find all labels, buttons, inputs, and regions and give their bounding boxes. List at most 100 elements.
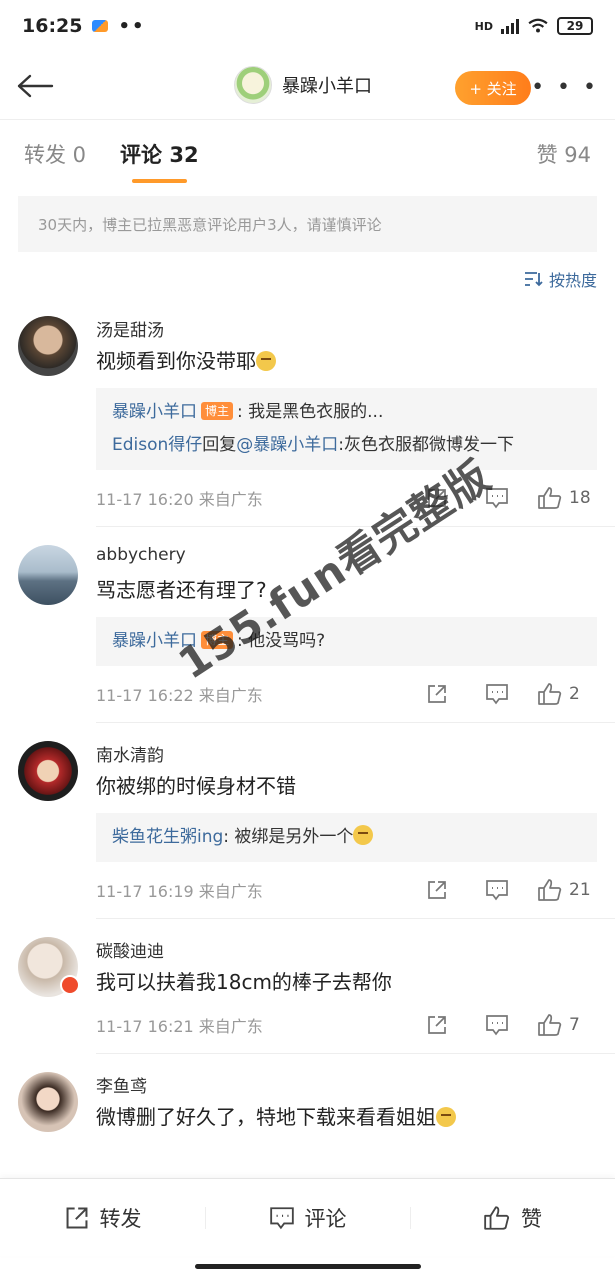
comment-meta: 11-17 16:20 来自广东 18 [96,470,597,526]
reply-button[interactable] [467,1014,527,1036]
repost-label: 转发 [99,1206,142,1231]
reply-text: : 他没骂吗? [237,631,326,651]
share-icon [428,489,446,507]
comment-text: 骂志愿者还有理了? [96,578,267,602]
avatar[interactable] [18,741,78,801]
reply-box[interactable]: 暴躁小羊口 博主: 我是黑色衣服的... Edison得仔回复@暴躁小羊口:灰色衣… [96,388,597,470]
divider [96,918,615,919]
comment-author[interactable]: 汤是甜汤 [96,316,597,342]
divider [96,1053,615,1054]
reply-author[interactable]: 柴鱼花生粥ing [112,827,223,847]
comment-author[interactable]: 李鱼鸢 [96,1072,597,1098]
share-button[interactable] [407,1014,467,1036]
share-icon [428,881,446,899]
share-icon [428,685,446,703]
author-badge: 博主 [201,402,234,420]
avatar[interactable] [18,545,78,605]
comment-label: 评论 [304,1206,347,1231]
thumbs-up-icon [538,879,562,901]
comment-text: 我可以扶着我18cm的棒子去帮你 [96,970,392,994]
verified-badge-icon [60,975,80,995]
reply-button[interactable] [467,683,527,705]
doge-emoji-icon [353,825,374,845]
tab-repost[interactable]: 转发 0 [24,139,86,169]
reply-line: 暴躁小羊口 博主: 他没骂吗? [112,625,581,658]
back-button[interactable] [16,66,56,106]
reply-text: :灰色衣服都微博发一下 [338,435,515,455]
nav-bar: 暴躁小羊口 + 关注 • • • [0,52,615,120]
status-bar: 16:25 •• HD 29 [0,0,615,52]
reply-line: 暴躁小羊口 博主: 我是黑色衣服的... [112,396,581,429]
comment-text-content: 微博删了好久了，特地下载来看看姐姐 [96,1105,436,1129]
like-label: 赞 [521,1206,542,1231]
thumbs-up-icon [538,1014,562,1036]
comment-button[interactable]: 评论 [205,1203,410,1233]
sort-icon [524,272,543,287]
follow-button[interactable]: + 关注 [455,71,531,105]
reply-author[interactable]: Edison得仔 [112,435,202,455]
comment-text: 视频看到你没带耶 [96,346,597,376]
like-button[interactable]: 7 [527,1013,597,1037]
like-count: 7 [569,1015,580,1035]
comment-time: 11-17 16:20 来自广东 [96,490,263,509]
share-button[interactable] [407,683,467,705]
network-label: HD [474,19,493,33]
reply-author[interactable]: 暴躁小羊口 [112,402,197,422]
doge-emoji-icon [436,1107,456,1127]
reply-button[interactable] [467,487,527,509]
like-button[interactable]: 2 [527,682,597,706]
battery-level: 29 [566,19,584,33]
tab-bar: 转发 0 评论 32 赞 94 [0,120,615,188]
comment-author[interactable]: abbychery [96,545,597,571]
comment-time: 11-17 16:22 来自广东 [96,686,263,705]
reply-button[interactable] [467,879,527,901]
reply-mention[interactable]: @暴躁小羊口 [236,435,338,455]
battery-icon: 29 [557,17,593,35]
comment-author[interactable]: 碳酸迪迪 [96,937,597,963]
reply-box[interactable]: 暴躁小羊口 博主: 他没骂吗? [96,617,597,666]
comment-text-content: 视频看到你没带耶 [96,349,256,373]
more-button[interactable]: • • • [531,77,599,99]
comment-item: 李鱼鸢 微博删了好久了，特地下载来看看姐姐 [0,1072,615,1132]
reply-box[interactable]: 柴鱼花生粥ing: 被绑是另外一个 [96,813,597,862]
tab-comments[interactable]: 评论 32 [120,139,199,183]
nav-user[interactable]: 暴躁小羊口 [234,66,372,104]
share-button[interactable] [407,487,467,509]
signal-icon [501,18,519,34]
comment-time: 11-17 16:19 来自广东 [96,882,263,901]
comment-meta: 11-17 16:21 来自广东 7 [96,997,597,1053]
comment-text: 微博删了好久了，特地下载来看看姐姐 [96,1102,597,1132]
wifi-icon [528,18,548,33]
like-button[interactable]: 21 [527,878,597,902]
notice-banner: 30天内，博主已拉黑恶意评论用户3人，请谨慎评论 [18,196,597,252]
sort-button[interactable]: 按热度 [0,252,615,306]
avatar[interactable] [234,66,272,104]
like-count: 21 [569,880,591,900]
comment-item: abbychery 骂志愿者还有理了? 暴躁小羊口 博主: 他没骂吗? 11-17… [0,545,615,722]
comment-icon [486,1015,508,1036]
thumbs-up-icon [484,1205,510,1230]
comment-item: 碳酸迪迪 我可以扶着我18cm的棒子去帮你 11-17 16:21 来自广东 7 [0,937,615,1053]
tab-likes[interactable]: 赞 94 [537,139,591,169]
reply-line: Edison得仔回复@暴躁小羊口:灰色衣服都微博发一下 [112,429,581,462]
comment-meta: 11-17 16:19 来自广东 21 [96,862,597,918]
comment-meta: 11-17 16:22 来自广东 2 [96,666,597,722]
comment-text: 你被绑的时候身材不错 [96,774,296,798]
home-indicator[interactable] [195,1264,421,1269]
comment-item: 南水清韵 你被绑的时候身材不错 柴鱼花生粥ing: 被绑是另外一个 11-17 … [0,741,615,918]
avatar[interactable] [18,937,80,997]
divider [96,722,615,723]
repost-button[interactable]: 转发 [0,1203,205,1233]
like-button[interactable]: 18 [527,486,597,510]
like-post-button[interactable]: 赞 [410,1203,615,1233]
reply-author[interactable]: 暴躁小羊口 [112,631,197,651]
avatar[interactable] [18,316,78,376]
nav-title: 暴躁小羊口 [282,76,372,97]
share-button[interactable] [407,879,467,901]
reply-text: : 被绑是另外一个 [223,827,354,847]
share-icon [66,1207,87,1228]
comment-author[interactable]: 南水清韵 [96,741,597,767]
comment-icon [486,880,508,901]
sort-label: 按热度 [548,271,597,290]
avatar[interactable] [18,1072,78,1132]
